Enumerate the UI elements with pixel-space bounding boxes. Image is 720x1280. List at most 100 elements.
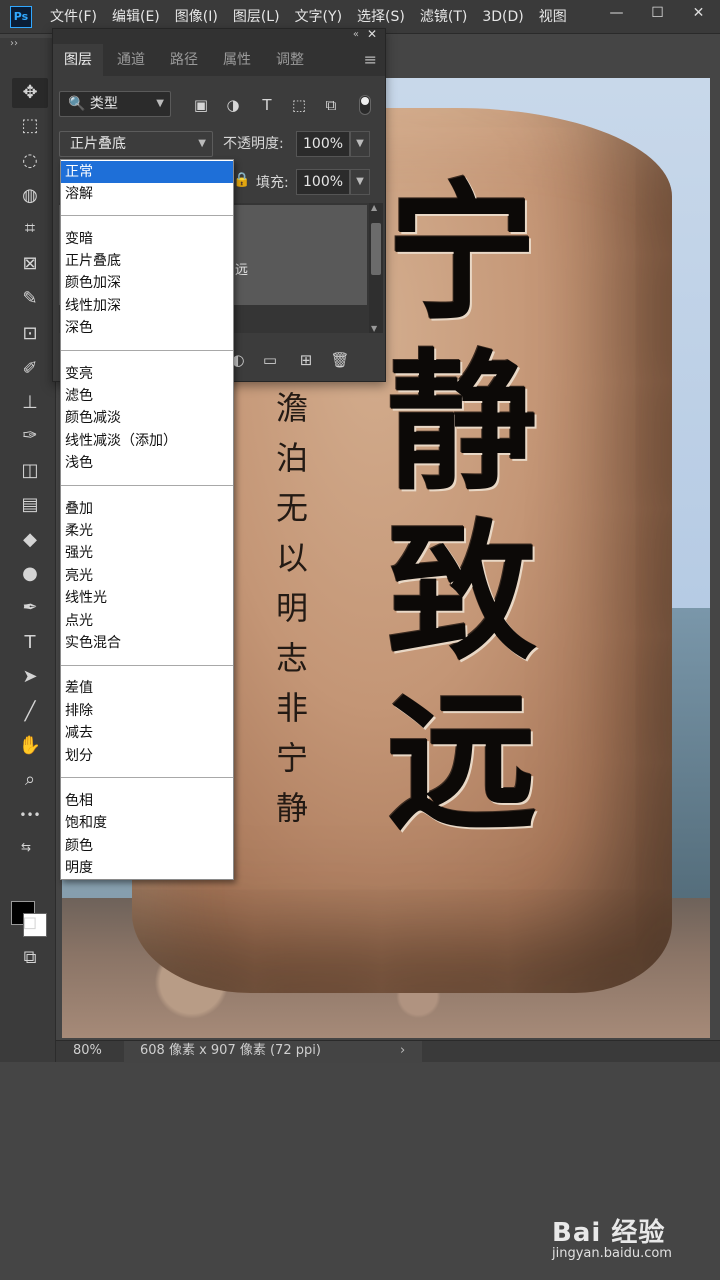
panel-close-icon[interactable]: ✕ (367, 27, 377, 41)
calligraphy-char: 宁 (386, 165, 537, 341)
opacity-input[interactable]: 100% (296, 131, 350, 157)
frame-tool-icon[interactable]: ⊠ (12, 249, 48, 279)
layer-filter-row: 🔍 类型 ▼ ▣ ◑ T ⬚ ⧉ (53, 87, 385, 121)
blend-option-divide[interactable]: 划分 (61, 745, 233, 767)
new-layer-icon[interactable]: ⊞ (295, 349, 317, 371)
watermark-url: jingyan.baidu.com (552, 1246, 672, 1261)
blend-option-difference[interactable]: 差值 (61, 677, 233, 699)
dodge-tool-icon[interactable]: ● (12, 559, 48, 589)
more-tools-icon[interactable]: ••• (12, 800, 48, 830)
gradient-tool-icon[interactable]: ▤ (12, 490, 48, 520)
panel-menu-icon[interactable]: ≡ (364, 44, 377, 76)
filter-toggle[interactable] (359, 95, 371, 115)
hand-tool-icon[interactable]: ✋ (12, 731, 48, 761)
layer-list-scrollbar[interactable]: ▲ ▼ (369, 203, 383, 333)
menu-filter[interactable]: 滤镜(T) (420, 0, 467, 34)
tab-channels[interactable]: 通道 (106, 44, 156, 76)
filter-type-icon[interactable]: T (257, 96, 277, 114)
blend-option-exclusion[interactable]: 排除 (61, 700, 233, 722)
blend-option-dissolve[interactable]: 溶解 (61, 183, 233, 205)
toolbar-collapse-icon[interactable]: ›› (10, 38, 18, 49)
blend-option-hard-light[interactable]: 强光 (61, 542, 233, 564)
blend-option-subtract[interactable]: 减去 (61, 722, 233, 744)
fill-dropdown-icon[interactable]: ▼ (350, 169, 370, 195)
filter-type-label: 🔍 类型 (68, 96, 118, 112)
window-controls: — ☐ ✕ (596, 0, 720, 30)
blend-option-color-dodge[interactable]: 颜色减淡 (61, 407, 233, 429)
zoom-level[interactable]: 80% (73, 1043, 102, 1058)
blend-option-vivid-light[interactable]: 亮光 (61, 565, 233, 587)
quick-mask-icon[interactable]: ◻ (12, 908, 48, 938)
blend-option-lighter-color[interactable]: 浅色 (61, 452, 233, 474)
menu-view[interactable]: 视图 (539, 0, 567, 34)
stamp-tool-icon[interactable]: ⊥ (12, 388, 48, 418)
panel-tabs: 图层 通道 路径 属性 调整 ≡ (53, 44, 385, 76)
inscription-char: 非 (275, 689, 308, 727)
zoom-tool-icon[interactable]: ⌕ (12, 765, 48, 795)
blend-option-overlay[interactable]: 叠加 (61, 498, 233, 520)
new-group-icon[interactable]: ▭ (259, 349, 281, 371)
filter-smart-object-icon[interactable]: ⧉ (321, 96, 341, 114)
quick-select-tool-icon[interactable]: ◍ (12, 181, 48, 211)
healing-tool-icon[interactable]: ⊡ (12, 319, 48, 349)
tab-paths[interactable]: 路径 (159, 44, 209, 76)
blend-option-normal[interactable]: 正常 (61, 161, 233, 183)
blend-option-linear-burn[interactable]: 线性加深 (61, 295, 233, 317)
menu-3d[interactable]: 3D(D) (482, 0, 523, 34)
scroll-thumb[interactable] (371, 223, 381, 275)
blend-mode-value: 正片叠底 (70, 136, 126, 152)
filter-shape-icon[interactable]: ⬚ (289, 96, 309, 114)
panel-collapse-icon[interactable]: « (353, 29, 359, 40)
brush-tool-icon[interactable]: ✐ (12, 354, 48, 384)
swap-colors-icon[interactable]: ⇆ (6, 832, 46, 862)
blur-tool-icon[interactable]: ◆ (12, 525, 48, 555)
tab-properties[interactable]: 属性 (212, 44, 262, 76)
lock-icon[interactable]: 🔒 (233, 172, 250, 188)
move-tool-icon[interactable]: ✥ (12, 78, 48, 108)
dropdown-separator (61, 777, 233, 778)
blend-option-saturation[interactable]: 饱和度 (61, 812, 233, 834)
tab-layers[interactable]: 图层 (53, 44, 103, 76)
blend-option-hard-mix[interactable]: 实色混合 (61, 632, 233, 654)
blend-option-color[interactable]: 颜色 (61, 835, 233, 857)
scroll-down-icon[interactable]: ▼ (371, 324, 377, 333)
blend-option-darken[interactable]: 变暗 (61, 228, 233, 250)
opacity-dropdown-icon[interactable]: ▼ (350, 131, 370, 157)
blend-option-multiply[interactable]: 正片叠底 (61, 250, 233, 272)
blend-option-hue[interactable]: 色相 (61, 790, 233, 812)
screen-mode-icon[interactable]: ⧉ (12, 943, 48, 973)
blend-option-color-burn[interactable]: 颜色加深 (61, 272, 233, 294)
eyedropper-tool-icon[interactable]: ✎ (12, 284, 48, 314)
panel-titlebar[interactable]: « ✕ (53, 27, 385, 44)
blend-option-linear-light[interactable]: 线性光 (61, 587, 233, 609)
tab-adjustments[interactable]: 调整 (265, 44, 315, 76)
history-brush-tool-icon[interactable]: ✑ (12, 421, 48, 451)
filter-adjustment-icon[interactable]: ◑ (223, 96, 243, 114)
eraser-tool-icon[interactable]: ◫ (12, 456, 48, 486)
pen-tool-icon[interactable]: ✒ (12, 593, 48, 623)
blend-option-linear-dodge[interactable]: 线性减淡（添加） (61, 430, 233, 452)
blend-option-luminosity[interactable]: 明度 (61, 857, 233, 879)
blend-option-screen[interactable]: 滤色 (61, 385, 233, 407)
type-tool-icon[interactable]: T (12, 628, 48, 658)
line-tool-icon[interactable]: ╱ (12, 697, 48, 727)
close-window-icon[interactable]: ✕ (678, 0, 719, 28)
lasso-tool-icon[interactable]: ◌ (12, 146, 48, 176)
marquee-tool-icon[interactable]: ⬚ (12, 111, 48, 141)
blend-option-pin-light[interactable]: 点光 (61, 610, 233, 632)
opacity-label: 不透明度: (223, 136, 284, 152)
maximize-icon[interactable]: ☐ (637, 0, 678, 28)
blend-option-darker-color[interactable]: 深色 (61, 317, 233, 339)
crop-tool-icon[interactable]: ⌗ (12, 214, 48, 244)
blend-option-lighten[interactable]: 变亮 (61, 363, 233, 385)
minimize-icon[interactable]: — (596, 0, 637, 28)
delete-layer-icon[interactable]: 🗑 (329, 349, 351, 371)
status-menu-arrow-icon[interactable]: › (400, 1041, 405, 1061)
blend-mode-select[interactable]: 正片叠底 ▼ (59, 131, 213, 157)
path-select-tool-icon[interactable]: ➤ (12, 662, 48, 692)
scroll-up-icon[interactable]: ▲ (371, 203, 377, 212)
blend-option-soft-light[interactable]: 柔光 (61, 520, 233, 542)
fill-input[interactable]: 100% (296, 169, 350, 195)
filter-pixel-icon[interactable]: ▣ (191, 96, 211, 114)
layer-filter-select[interactable]: 🔍 类型 ▼ (59, 91, 171, 117)
